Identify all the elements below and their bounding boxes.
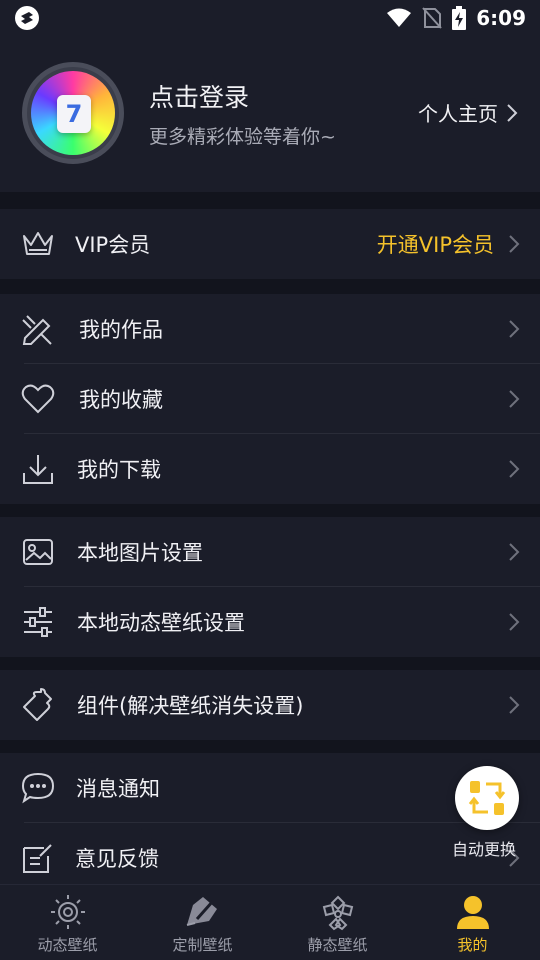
tab-custom-wallpaper[interactable]: 定制壁纸	[135, 885, 270, 960]
sun-gear-icon	[50, 895, 85, 929]
avatar[interactable]: 7	[22, 62, 124, 164]
local-image-row[interactable]: 本地图片设置	[0, 517, 540, 587]
edit-note-icon	[20, 840, 56, 876]
tab-static-wallpaper[interactable]: 静态壁纸	[270, 885, 405, 960]
chat-bubble-icon	[20, 770, 56, 806]
tab-mine[interactable]: 我的	[405, 885, 540, 960]
login-title[interactable]: 点击登录	[149, 78, 249, 114]
vip-row[interactable]: VIP会员 开通VIP会员	[0, 209, 540, 279]
flower-icon	[322, 895, 353, 931]
vip-action[interactable]: 开通VIP会员	[377, 229, 494, 259]
works-label: 我的作品	[79, 318, 163, 342]
widget-row[interactable]: 组件(解决壁纸消失设置)	[0, 670, 540, 740]
swap-icon	[468, 781, 506, 815]
downloads-label: 我的下载	[77, 458, 161, 482]
my-content-section: 我的作品 我的收藏 我的下载	[0, 294, 540, 504]
chevron-right-icon	[509, 235, 520, 253]
puzzle-icon	[20, 687, 56, 723]
chevron-right-icon	[509, 613, 520, 631]
local-live-row[interactable]: 本地动态壁纸设置	[0, 587, 540, 657]
person-icon	[456, 896, 489, 929]
download-icon	[20, 451, 56, 487]
notifications-label: 消息通知	[76, 777, 160, 801]
brush-icon	[186, 897, 217, 926]
local-live-label: 本地动态壁纸设置	[77, 611, 245, 635]
chevron-right-icon	[509, 390, 520, 408]
favorites-row[interactable]: 我的收藏	[0, 364, 540, 434]
widget-section: 组件(解决壁纸消失设置)	[0, 670, 540, 740]
homepage-link[interactable]: 个人主页	[418, 98, 518, 127]
tab-label: 动态壁纸	[37, 936, 98, 954]
vip-label: VIP会员	[75, 233, 151, 257]
local-image-label: 本地图片设置	[77, 541, 203, 565]
login-subtitle: 更多精彩体验等着你~	[149, 126, 336, 148]
auto-change-label: 自动更换	[452, 840, 517, 859]
image-icon	[20, 534, 56, 570]
heart-icon	[20, 381, 56, 417]
chevron-right-icon	[509, 543, 520, 561]
status-bar: 6:09	[0, 0, 540, 36]
app-notification-icon	[15, 6, 39, 30]
pencil-ruler-icon	[20, 311, 56, 347]
homepage-label: 个人主页	[418, 102, 498, 126]
favorites-label: 我的收藏	[79, 388, 163, 412]
battery-charging-icon	[452, 6, 467, 30]
widget-label: 组件(解决壁纸消失设置)	[77, 694, 304, 718]
support-section: 消息通知 意见反馈	[0, 753, 540, 893]
auto-change-button[interactable]	[455, 766, 519, 830]
sliders-icon	[20, 604, 56, 640]
tab-live-wallpaper[interactable]: 动态壁纸	[0, 885, 135, 960]
avatar-glyph: 7	[57, 95, 91, 133]
status-time: 6:09	[476, 6, 526, 30]
tab-label: 我的	[457, 936, 488, 954]
downloads-row[interactable]: 我的下载	[0, 434, 540, 504]
chevron-right-icon	[509, 696, 520, 714]
vip-section: VIP会员 开通VIP会员	[0, 209, 540, 279]
bottom-tab-bar: 动态壁纸 定制壁纸 静态壁纸 我的	[0, 884, 540, 960]
works-row[interactable]: 我的作品	[0, 294, 540, 364]
local-settings-section: 本地图片设置 本地动态壁纸设置	[0, 517, 540, 657]
chevron-right-icon	[509, 320, 520, 338]
chevron-right-icon	[509, 460, 520, 478]
tab-label: 定制壁纸	[172, 936, 233, 954]
crown-icon	[20, 226, 56, 262]
chevron-right-icon	[507, 103, 518, 122]
profile-header[interactable]: 7 点击登录 更多精彩体验等着你~ 个人主页	[0, 36, 540, 192]
tab-label: 静态壁纸	[307, 936, 368, 954]
feedback-label: 意见反馈	[75, 847, 159, 871]
no-sim-icon	[422, 7, 442, 29]
wifi-icon	[387, 8, 412, 27]
